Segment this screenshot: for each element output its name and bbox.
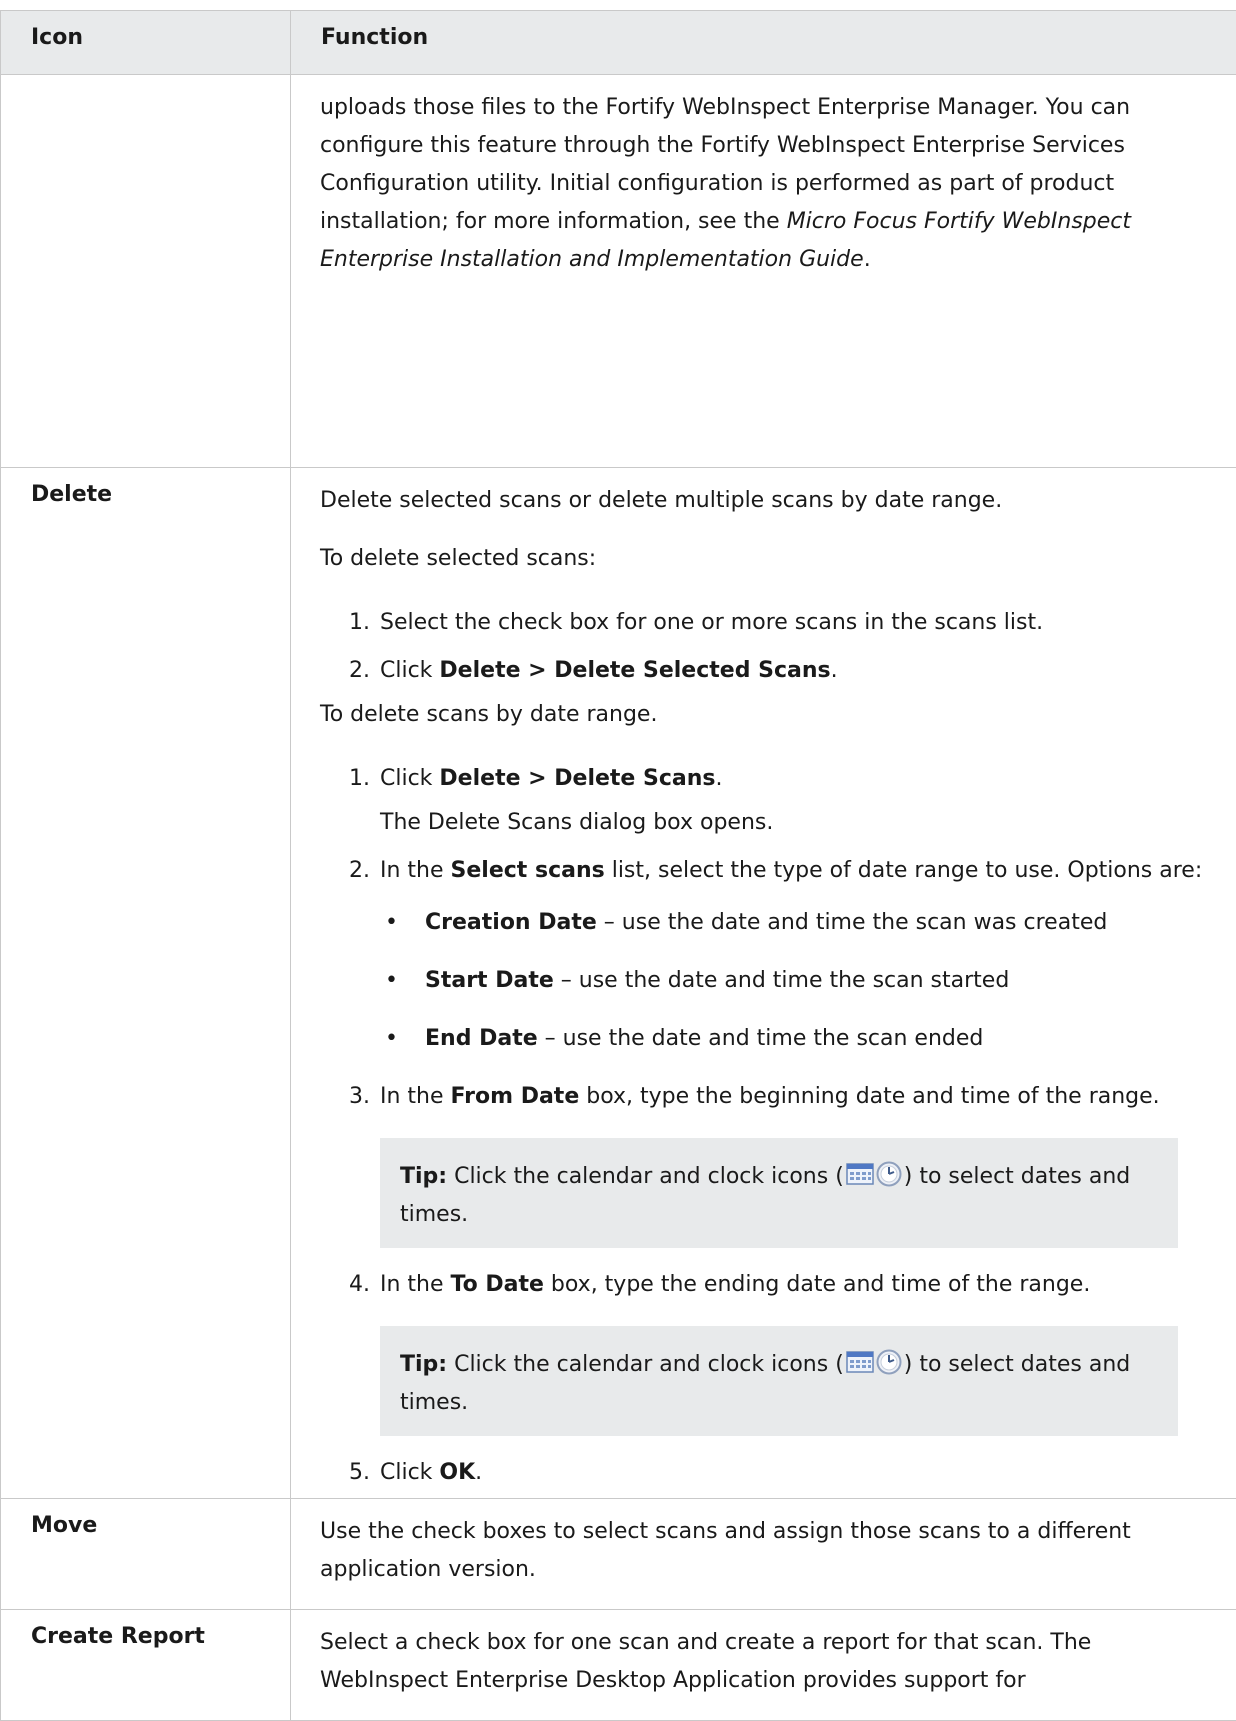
step-number: 2.: [320, 852, 370, 890]
range-step-5: 5. Click OK.: [320, 1454, 1226, 1492]
table-row-delete: Delete Delete selected scans or delete m…: [1, 468, 1236, 1499]
function-cell-move: Use the check boxes to select scans and …: [291, 1499, 1236, 1610]
step-text: Select the check box for one or more sca…: [380, 610, 1043, 635]
step-text-pre: In the: [380, 858, 451, 883]
tip-label: Tip:: [400, 1352, 447, 1377]
step-number: 4.: [320, 1266, 370, 1304]
step-field-name: Select scans: [451, 858, 605, 883]
step-text-post: .: [716, 766, 723, 791]
range-step-3: 3. In the From Date box, type the beginn…: [320, 1078, 1226, 1116]
tip-box-from-date: Tip: Click the calendar and clock icons …: [380, 1138, 1178, 1248]
function-table: Icon Function uploads those files to the…: [0, 10, 1236, 1721]
option-name: Start Date: [425, 968, 554, 993]
create-report-description: Select a check box for one scan and crea…: [320, 1624, 1226, 1700]
function-cell: uploads those files to the Fortify WebIn…: [291, 75, 1236, 468]
step-menu-path: Delete > Delete Selected Scans: [439, 658, 830, 683]
step-text-pre: In the: [380, 1272, 451, 1297]
step-button-name: OK: [439, 1460, 475, 1485]
table-row-move: Move Use the check boxes to select scans…: [1, 1499, 1236, 1610]
icon-cell-delete: Delete: [1, 468, 291, 1499]
range-step-1: 1. Click Delete > Delete Scans. The Dele…: [320, 760, 1226, 842]
table-header-row: Icon Function: [1, 11, 1236, 75]
option-name: Creation Date: [425, 910, 597, 935]
option-name: End Date: [425, 1026, 538, 1051]
tip-text-pre: Click the calendar and clock icons (: [447, 1164, 844, 1189]
bullet-icon: •: [385, 904, 398, 942]
icon-cell-move: Move: [1, 1499, 291, 1610]
selected-step-2: 2. Click Delete > Delete Selected Scans.: [320, 652, 1226, 690]
column-header-function: Function: [291, 11, 1236, 75]
step-text-pre: In the: [380, 1084, 451, 1109]
icon-cell-empty: [1, 75, 291, 468]
tip-box-to-date: Tip: Click the calendar and clock icons …: [380, 1326, 1178, 1436]
step-menu-path: Delete > Delete Scans: [439, 766, 715, 791]
calendar-icon: [846, 1351, 874, 1373]
clock-icon: [876, 1349, 902, 1375]
step-text-post: .: [831, 658, 838, 683]
table-row-create-report: Create Report Select a check box for one…: [1, 1610, 1236, 1721]
step-field-name: To Date: [451, 1272, 544, 1297]
table-row-continued: uploads those files to the Fortify WebIn…: [1, 75, 1236, 468]
step-text-post: box, type the ending date and time of th…: [544, 1272, 1090, 1297]
continued-text-2: .: [864, 247, 871, 272]
range-step-2: 2. In the Select scans list, select the …: [320, 852, 1226, 890]
function-cell-delete: Delete selected scans or delete multiple…: [291, 468, 1236, 1499]
step-number: 1.: [320, 604, 370, 642]
step-text-post: box, type the beginning date and time of…: [579, 1084, 1159, 1109]
option-text: – use the date and time the scan started: [554, 968, 1010, 993]
option-creation-date: • Creation Date – use the date and time …: [320, 904, 1226, 942]
step-number: 2.: [320, 652, 370, 690]
option-start-date: • Start Date – use the date and time the…: [320, 962, 1226, 1000]
tip-label: Tip:: [400, 1164, 447, 1189]
step-subtext: The Delete Scans dialog box opens.: [380, 804, 1226, 842]
step-text-post: list, select the type of date range to u…: [605, 858, 1203, 883]
selected-step-1: 1. Select the check box for one or more …: [320, 604, 1226, 642]
continued-paragraph: uploads those files to the Fortify WebIn…: [320, 89, 1226, 279]
option-text: – use the date and time the scan ended: [538, 1026, 984, 1051]
bullet-icon: •: [385, 962, 398, 1000]
step-number: 1.: [320, 760, 370, 798]
tip-text-pre: Click the calendar and clock icons (: [447, 1352, 844, 1377]
function-cell-create-report: Select a check box for one scan and crea…: [291, 1610, 1236, 1721]
step-text-pre: Click: [380, 766, 439, 791]
step-field-name: From Date: [451, 1084, 580, 1109]
delete-range-heading: To delete scans by date range.: [320, 696, 1226, 734]
step-number: 3.: [320, 1078, 370, 1116]
delete-intro: Delete selected scans or delete multiple…: [320, 482, 1226, 520]
option-end-date: • End Date – use the date and time the s…: [320, 1020, 1226, 1058]
option-text: – use the date and time the scan was cre…: [597, 910, 1108, 935]
delete-selected-heading: To delete selected scans:: [320, 540, 1226, 578]
step-text-pre: Click: [380, 1460, 439, 1485]
range-step-4: 4. In the To Date box, type the ending d…: [320, 1266, 1226, 1304]
calendar-icon: [846, 1163, 874, 1185]
move-description: Use the check boxes to select scans and …: [320, 1513, 1226, 1589]
icon-cell-create-report: Create Report: [1, 1610, 291, 1721]
step-number: 5.: [320, 1454, 370, 1492]
step-text-post: .: [475, 1460, 482, 1485]
step-text-pre: Click: [380, 658, 439, 683]
column-header-icon: Icon: [1, 11, 291, 75]
bullet-icon: •: [385, 1020, 398, 1058]
clock-icon: [876, 1161, 902, 1187]
